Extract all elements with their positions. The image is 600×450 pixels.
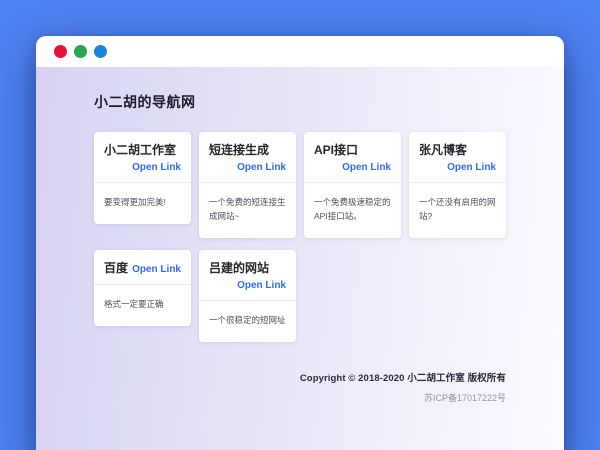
card-title: 吕建的网站: [209, 261, 270, 276]
icp-number: 苏ICP备17017222号: [423, 393, 506, 404]
open-link[interactable]: Open Link: [447, 158, 496, 176]
nav-card: API接口 Open Link 一个免费极速稳定的API接口站。: [304, 132, 401, 239]
card-header: 张凡博客 Open Link: [409, 132, 506, 182]
card-title: 张凡博客: [419, 143, 468, 157]
nav-card: 吕建的网站 Open Link 一个很稳定的短网址: [199, 250, 296, 343]
footer: Copyright © 2018-2020 小二胡工作室 版权所有 苏ICP备1…: [94, 370, 506, 404]
browser-window: 小二胡的导航网 小二胡工作室 Open Link 要变得更加完美! 短连接生成 …: [36, 36, 564, 450]
page-content: 小二胡的导航网 小二胡工作室 Open Link 要变得更加完美! 短连接生成 …: [36, 67, 564, 450]
cards-row-1: 小二胡工作室 Open Link 要变得更加完美! 短连接生成 Open Lin…: [94, 132, 506, 239]
window-titlebar: [36, 36, 564, 67]
card-title: API接口: [314, 143, 359, 157]
nav-card: 短连接生成 Open Link 一个免费的短连接生成网站~: [199, 132, 296, 239]
card-title: 百度: [104, 261, 129, 276]
card-header: 吕建的网站 Open Link: [199, 250, 296, 300]
card-description: 一个很稳定的短网址: [209, 315, 286, 326]
card-description: 格式一定要正确: [104, 299, 164, 310]
open-link[interactable]: Open Link: [132, 158, 181, 176]
page-title: 小二胡的导航网: [94, 94, 196, 110]
nav-card: 小二胡工作室 Open Link 要变得更加完美!: [94, 132, 191, 225]
card-header: 百度 Open Link: [94, 250, 191, 284]
card-description: 一个免费极速稳定的API接口站。: [314, 197, 391, 222]
card-description: 要变得更加完美!: [104, 197, 166, 208]
nav-card: 百度 Open Link 格式一定要正确: [94, 250, 191, 327]
cards-row-2: 百度 Open Link 格式一定要正确 吕建的网站 Open Link 一个很…: [94, 250, 506, 343]
open-link[interactable]: Open Link: [237, 158, 286, 176]
card-description: 一个还没有启用的网站?: [419, 197, 496, 222]
card-description: 一个免费的短连接生成网站~: [209, 197, 286, 222]
window-control-red-icon[interactable]: [54, 45, 67, 58]
open-link[interactable]: Open Link: [342, 158, 391, 176]
open-link[interactable]: Open Link: [237, 276, 286, 294]
window-control-blue-icon[interactable]: [94, 45, 107, 58]
card-title: 短连接生成: [209, 143, 270, 157]
copyright-text: Copyright © 2018-2020 小二胡工作室 版权所有: [299, 373, 506, 385]
window-control-green-icon[interactable]: [74, 45, 87, 58]
card-header: API接口 Open Link: [304, 132, 401, 182]
card-header: 短连接生成 Open Link: [199, 132, 296, 182]
nav-card: 张凡博客 Open Link 一个还没有启用的网站?: [409, 132, 506, 239]
card-title: 小二胡工作室: [104, 143, 177, 157]
card-header: 小二胡工作室 Open Link: [94, 132, 191, 182]
open-link[interactable]: Open Link: [132, 260, 181, 278]
